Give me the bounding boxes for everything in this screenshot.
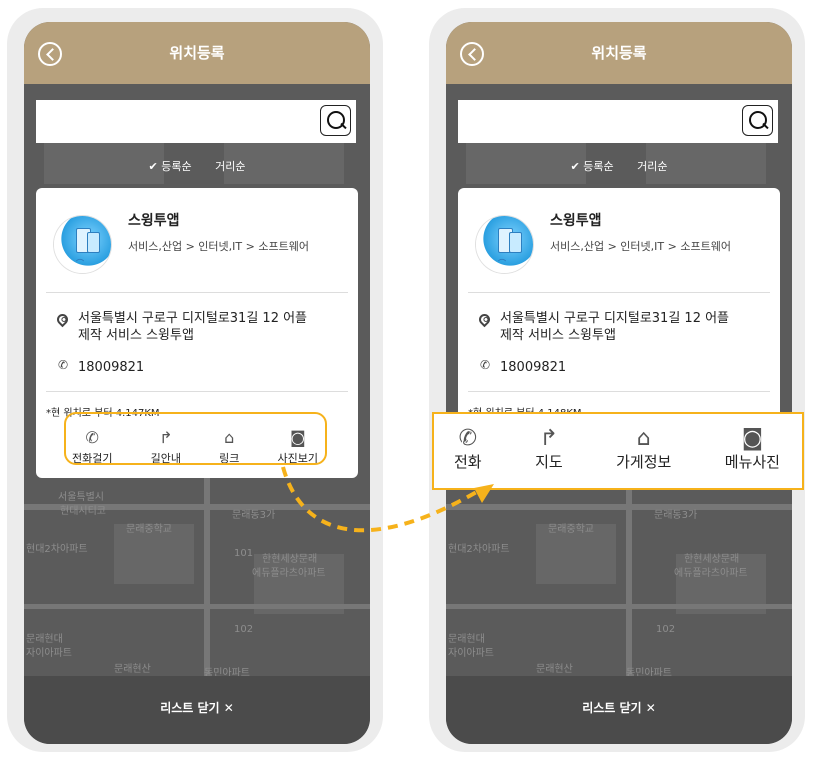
phone-icon: ✆ xyxy=(480,358,491,372)
business-address: 서울특별시 구로구 디지털로31길 12 어플 제작 서비스 스윙투앱 xyxy=(500,311,730,343)
phone-frame-left: 서울특별시 현대시티코 문래중학교 문래동3가 현대2차아파트 한현세상문래 에… xyxy=(7,8,383,752)
header-bar: 위치등록 xyxy=(24,22,370,84)
divider xyxy=(468,292,770,293)
map-label: 문래현대 xyxy=(26,634,63,645)
map-label: 101 xyxy=(234,548,254,559)
phone-icon: ✆ xyxy=(458,426,478,451)
map-label: 한현세상문래 xyxy=(262,554,318,565)
camera-icon: ◙ xyxy=(741,426,764,451)
sort-by-distance[interactable]: 거리순 xyxy=(215,160,245,173)
divider xyxy=(46,391,348,392)
map-label: 문래동3가 xyxy=(232,510,276,521)
header-bar: 위치등록 xyxy=(446,22,792,84)
sort-by-registration[interactable]: ✔ 등록순 xyxy=(149,160,192,173)
logo-mark-icon: ⌒ xyxy=(498,259,506,268)
map-label: 에듀플라츠아파트 xyxy=(252,568,326,579)
close-list-label: 리스트 닫기 ✕ xyxy=(582,701,656,715)
business-phone[interactable]: 18009821 xyxy=(78,360,144,375)
map-label: 현대시티코 xyxy=(60,506,106,517)
business-logo: ⌒ xyxy=(54,216,111,273)
business-name: 스윙투앱 xyxy=(128,213,180,229)
map-road xyxy=(446,504,792,510)
screen-left: 서울특별시 현대시티코 문래중학교 문래동3가 현대2차아파트 한현세상문래 에… xyxy=(24,22,370,744)
map-label: 한현세상문래 xyxy=(684,554,740,565)
phone-frame-right: 문래중학교 문래동3가 현대2차아파트 한현세상문래 에듀플라츠아파트 문래현대… xyxy=(429,8,805,752)
highlight-box-revised: ✆ 전화 ↱ 지도 ⌂ 가게정보 ◙ 메뉴사진 xyxy=(432,412,804,490)
map-road xyxy=(24,604,370,609)
search-button[interactable] xyxy=(320,105,351,136)
search-box[interactable] xyxy=(36,100,356,143)
map-button[interactable]: ↱ 지도 xyxy=(535,426,563,472)
business-logo: ⌒ xyxy=(476,216,533,273)
map-road xyxy=(446,604,792,609)
call-button[interactable]: ✆ 전화 xyxy=(454,426,482,472)
turn-arrow-icon: ↱ xyxy=(539,426,559,451)
highlight-box-original xyxy=(64,412,327,465)
map-label: 현대2차아파트 xyxy=(448,544,510,555)
map-label: 문래동3가 xyxy=(654,510,698,521)
business-category: 서비스,산업 > 인터넷,IT > 소프트웨어 xyxy=(550,240,731,253)
map-road xyxy=(626,464,632,676)
home-icon: ⌂ xyxy=(636,426,651,451)
map-label: 102 xyxy=(234,624,254,635)
search-button[interactable] xyxy=(742,105,773,136)
close-list-bar[interactable]: 리스트 닫기 ✕ xyxy=(24,676,370,744)
store-info-button[interactable]: ⌂ 가게정보 xyxy=(616,426,671,472)
divider xyxy=(46,292,348,293)
map-label: 서울특별시 xyxy=(58,492,104,503)
divider xyxy=(468,391,770,392)
action-bar-revised: ✆ 전화 ↱ 지도 ⌂ 가게정보 ◙ 메뉴사진 xyxy=(454,426,780,472)
map-label: 자이아파트 xyxy=(26,648,72,659)
sort-by-registration[interactable]: ✔ 등록순 xyxy=(571,160,614,173)
logo-mark-icon: ⌒ xyxy=(76,259,84,268)
map-road xyxy=(204,464,210,676)
map-label: 문래현산 xyxy=(536,664,573,675)
search-box[interactable] xyxy=(458,100,778,143)
sort-options: ✔ 등록순 거리순 xyxy=(446,158,792,174)
menu-photos-button[interactable]: ◙ 메뉴사진 xyxy=(725,426,780,472)
phone-icon: ✆ xyxy=(58,358,69,372)
map-label: 102 xyxy=(656,624,676,635)
business-category: 서비스,산업 > 인터넷,IT > 소프트웨어 xyxy=(128,240,309,253)
page-title: 위치등록 xyxy=(169,44,225,62)
sort-by-distance[interactable]: 거리순 xyxy=(637,160,667,173)
location-pin-icon xyxy=(476,311,493,328)
close-list-bar[interactable]: 리스트 닫기 ✕ xyxy=(446,676,792,744)
location-pin-icon xyxy=(54,311,71,328)
business-phone[interactable]: 18009821 xyxy=(500,360,566,375)
close-list-label: 리스트 닫기 ✕ xyxy=(160,701,234,715)
map-label: 문래현산 xyxy=(114,664,151,675)
sort-options: ✔ 등록순 거리순 xyxy=(24,158,370,174)
map-label: 문래중학교 xyxy=(548,524,594,535)
business-address: 서울특별시 구로구 디지털로31길 12 어플 제작 서비스 스윙투앱 xyxy=(78,311,308,343)
map-label: 문래현대 xyxy=(448,634,485,645)
screen-right: 문래중학교 문래동3가 현대2차아파트 한현세상문래 에듀플라츠아파트 문래현대… xyxy=(446,22,792,744)
map-label: 현대2차아파트 xyxy=(26,544,88,555)
business-name: 스윙투앱 xyxy=(550,213,602,229)
page-title: 위치등록 xyxy=(591,44,647,62)
map-label: 에듀플라츠아파트 xyxy=(674,568,748,579)
map-label: 문래중학교 xyxy=(126,524,172,535)
map-label: 자이아파트 xyxy=(448,648,494,659)
